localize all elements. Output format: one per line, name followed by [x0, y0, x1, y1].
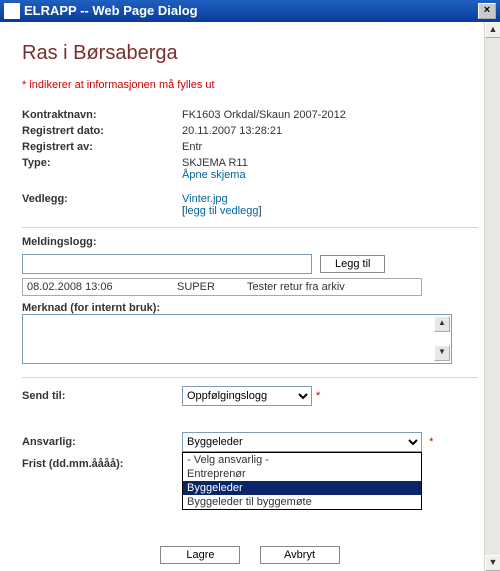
label-ansvarlig: Ansvarlig: — [22, 436, 182, 448]
label-frist: Frist (dd.mm.åååå): — [22, 458, 182, 470]
avbryt-button[interactable]: Avbryt — [260, 546, 340, 564]
value-kontraktnavn: FK1603 Orkdal/Skaun 2007-2012 — [182, 109, 478, 121]
separator-2 — [22, 377, 478, 378]
row-vedlegg: Vedlegg: Vinter.jpg [legg til vedlegg] — [22, 193, 478, 217]
value-type: SKJEMA R11 Åpne skjema — [182, 157, 478, 181]
ansvarlig-option[interactable]: - Velg ansvarlig - — [183, 453, 421, 467]
lagre-button[interactable]: Lagre — [160, 546, 240, 564]
row-send-til: Send til: Oppfølgingslogg * — [22, 386, 478, 406]
row-ansvarlig: Ansvarlig: Byggeleder * - Velg ansvarlig… — [22, 432, 478, 452]
meldingslogg-list: 08.02.2008 13:06 SUPER Tester retur fra … — [22, 278, 422, 296]
button-row: Lagre Avbryt — [22, 546, 478, 564]
type-text: SKJEMA R11 — [182, 157, 248, 169]
label-kontraktnavn: Kontraktnavn: — [22, 109, 182, 121]
app-icon — [4, 3, 20, 19]
label-vedlegg: Vedlegg: — [22, 193, 182, 205]
label-registrert-av: Registrert av: — [22, 141, 182, 153]
row-registrert-dato: Registrert dato: 20.11.2007 13:28:21 — [22, 125, 478, 137]
select-ansvarlig[interactable]: Byggeleder — [182, 432, 422, 452]
ansvarlig-option[interactable]: Entreprenør — [183, 467, 421, 481]
window-titlebar: ELRAPP -- Web Page Dialog × — [0, 0, 500, 22]
value-registrert-av: Entr — [182, 141, 478, 153]
merknad-scroll-down-icon[interactable]: ▼ — [434, 345, 450, 361]
label-merknad: Merknad (for internt bruk): — [22, 302, 478, 314]
required-note: * indikerer at informasjonen må fylles u… — [22, 79, 478, 91]
link-vedlegg-file[interactable]: Vinter.jpg — [182, 193, 228, 205]
log-entry-user: SUPER — [177, 281, 247, 293]
scroll-up-icon[interactable]: ▲ — [485, 22, 500, 38]
select-send-til[interactable]: Oppfølgingslogg — [182, 386, 312, 406]
ansvarlig-option[interactable]: Byggeleder til byggemøte — [183, 495, 421, 509]
content-area: Ras i Børsaberga * indikerer at informas… — [0, 22, 500, 571]
row-registrert-av: Registrert av: Entr — [22, 141, 478, 153]
log-entry-text: Tester retur fra arkiv — [247, 281, 417, 293]
link-legg-til-vedlegg[interactable]: legg til vedlegg — [185, 205, 258, 217]
merknad-textarea[interactable] — [22, 314, 452, 364]
merknad-scroll-up-icon[interactable]: ▲ — [434, 316, 450, 332]
value-registrert-dato: 20.11.2007 13:28:21 — [182, 125, 478, 137]
merknad-wrap: ▲ ▼ — [22, 314, 452, 367]
legg-til-button[interactable]: Legg til — [320, 255, 385, 273]
window-title: ELRAPP -- Web Page Dialog — [24, 0, 198, 22]
row-kontraktnavn: Kontraktnavn: FK1603 Orkdal/Skaun 2007-2… — [22, 109, 478, 121]
label-send-til: Send til: — [22, 390, 182, 402]
log-entry-date: 08.02.2008 13:06 — [27, 281, 177, 293]
page-title: Ras i Børsaberga — [22, 42, 478, 65]
scroll-down-icon[interactable]: ▼ — [485, 555, 500, 571]
label-registrert-dato: Registrert dato: — [22, 125, 182, 137]
label-meldingslogg: Meldingslogg: — [22, 236, 478, 248]
required-marker: * — [316, 390, 320, 402]
ansvarlig-dropdown-list: - Velg ansvarlig - Entreprenør Byggelede… — [182, 452, 422, 510]
required-marker: * — [429, 436, 433, 448]
ansvarlig-option-selected[interactable]: Byggeleder — [183, 481, 421, 495]
link-apne-skjema[interactable]: Åpne skjema — [182, 169, 246, 181]
close-button[interactable]: × — [478, 3, 496, 19]
meldingslogg-input-row: Legg til — [22, 254, 478, 274]
separator-1 — [22, 227, 478, 228]
value-vedlegg: Vinter.jpg [legg til vedlegg] — [182, 193, 478, 217]
row-type: Type: SKJEMA R11 Åpne skjema — [22, 157, 478, 181]
vertical-scrollbar[interactable]: ▲ ▼ — [484, 22, 500, 571]
meldingslogg-input[interactable] — [22, 254, 312, 274]
label-type: Type: — [22, 157, 182, 169]
